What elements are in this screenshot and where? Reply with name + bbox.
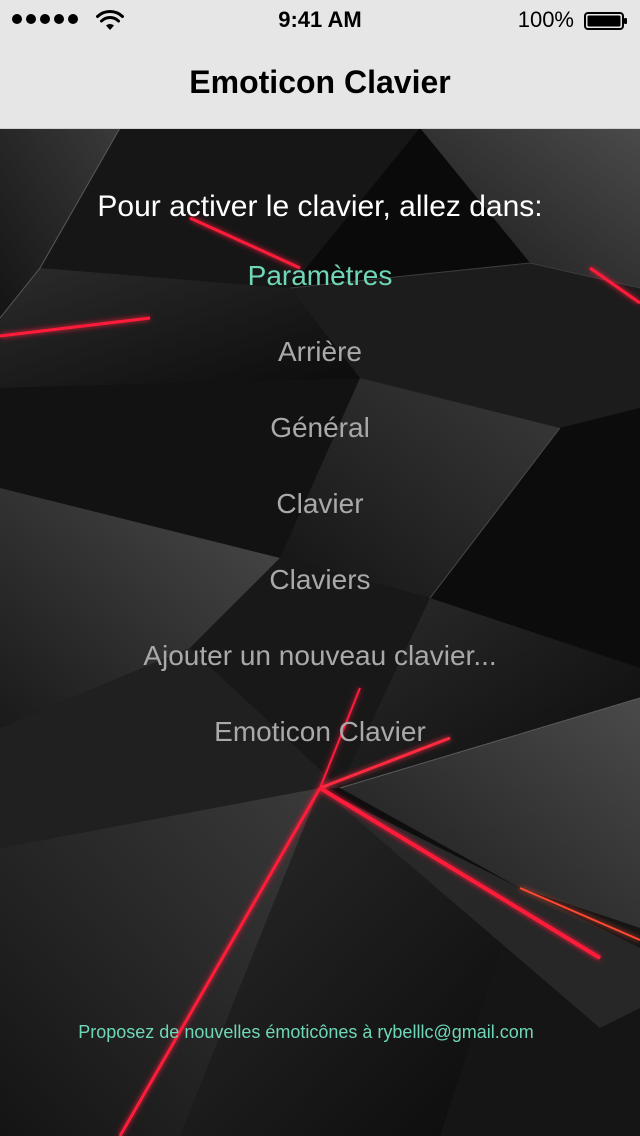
instructions-heading: Pour activer le clavier, allez dans: (97, 190, 543, 223)
step-general: Général (270, 412, 370, 443)
status-bar: 9:41 AM 100% (0, 0, 640, 40)
navigation-bar: 9:41 AM 100% Emoticon Clavier (0, 0, 640, 129)
page-title: Emoticon Clavier (189, 64, 451, 100)
step-ajouter-nouveau-clavier: Ajouter un nouveau clavier... (143, 640, 497, 671)
settings-path-list: Paramètres Arrière Général Clavier Clavi… (0, 256, 640, 788)
step-emoticon-clavier: Emoticon Clavier (214, 716, 426, 747)
instructions-panel: Pour activer le clavier, allez dans: Par… (0, 128, 640, 1136)
battery-icon (584, 12, 627, 30)
step-parametres[interactable]: Paramètres (0, 256, 640, 332)
step-arriere: Arrière (277, 336, 362, 367)
battery-percentage: 100% (517, 7, 574, 32)
step-clavier: Clavier (276, 488, 364, 519)
step-claviers: Claviers (269, 564, 371, 595)
feedback-email-link[interactable]: Proposez de nouvelles émoticônes à rybel… (0, 1022, 612, 1043)
app-screen: 9:41 AM 100% Emoticon Clavier Pour activ… (0, 0, 640, 1136)
